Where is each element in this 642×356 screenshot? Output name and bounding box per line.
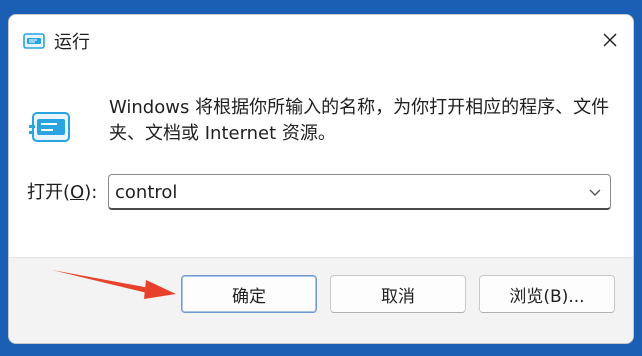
window-title: 运行	[54, 32, 90, 53]
run-app-icon	[23, 33, 45, 49]
run-program-icon	[29, 112, 70, 142]
dialog-description: Windows 将根据你所输入的名称，为你打开相应的程序、文件夹、文档或 Int…	[109, 97, 610, 144]
close-button[interactable]	[587, 15, 633, 65]
open-label: 打开(O):	[27, 182, 98, 203]
dialog-body: Windows 将根据你所输入的名称，为你打开相应的程序、文件夹、文档或 Int…	[9, 65, 633, 257]
title-bar: 运行	[9, 15, 633, 65]
chevron-down-icon[interactable]	[586, 183, 604, 201]
red-arrow-annotation	[52, 270, 176, 299]
open-input[interactable]	[115, 175, 575, 209]
cancel-button[interactable]: 取消	[330, 275, 466, 313]
browse-button[interactable]: 浏览(B)...	[479, 275, 615, 313]
ok-button[interactable]: 确定	[181, 275, 317, 313]
close-icon	[603, 33, 617, 47]
open-combobox[interactable]	[108, 174, 611, 210]
